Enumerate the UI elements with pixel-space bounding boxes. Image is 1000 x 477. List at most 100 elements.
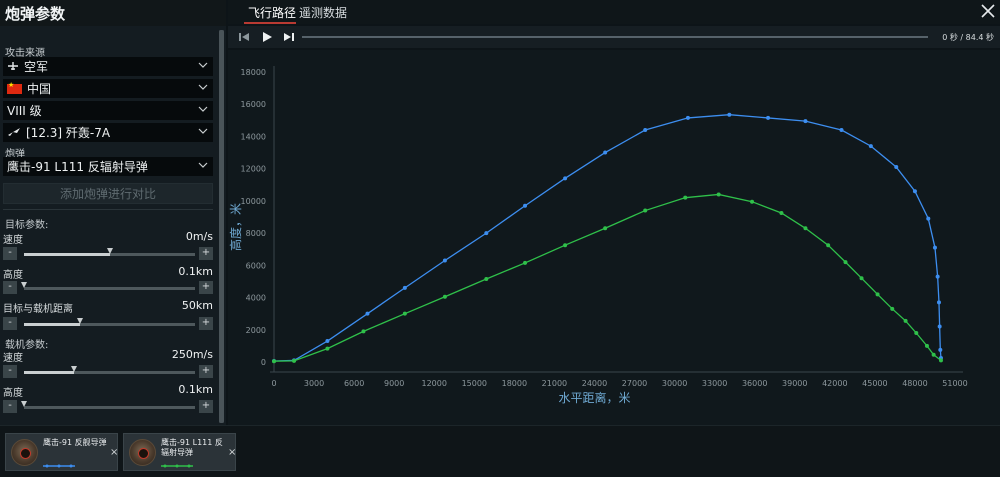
remove-card-button[interactable]: × (110, 447, 118, 458)
country-select[interactable]: 中国 (3, 79, 213, 98)
carrier-alt-minus-button[interactable]: - (3, 400, 17, 413)
data-point (603, 150, 608, 155)
data-point (839, 128, 844, 132)
y-tick-label: 12000 (241, 165, 266, 174)
distance-slider[interactable]: - + (3, 317, 213, 331)
carrier-alt-slider[interactable]: - + (3, 400, 213, 414)
series-line-1 (273, 114, 942, 362)
slider-track[interactable] (21, 282, 195, 290)
chevron-down-icon (198, 106, 208, 112)
x-tick-label: 15000 (462, 379, 487, 388)
skip-back-icon[interactable] (238, 31, 250, 43)
target-alt-value: 0.1km (178, 265, 213, 278)
x-tick-label: 27000 (622, 379, 647, 388)
play-icon[interactable] (261, 31, 273, 43)
carrier-alt-plus-button[interactable]: + (199, 400, 213, 413)
data-point (912, 189, 917, 194)
target-alt-plus-button[interactable]: + (199, 281, 213, 294)
skip-forward-icon[interactable] (283, 31, 295, 43)
slider-thumb[interactable] (77, 318, 84, 324)
x-tick-label: 36000 (742, 379, 767, 388)
branch-value: 空军 (24, 60, 49, 74)
series-legend-line (43, 464, 75, 468)
carrier-speed-label: 速度 (3, 353, 23, 364)
active-tab-indicator (244, 22, 296, 24)
slider-thumb[interactable] (70, 366, 77, 372)
data-point (643, 208, 648, 213)
missile-icon (129, 439, 156, 466)
target-params-label: 目标参数: (5, 220, 49, 231)
data-point (365, 311, 370, 316)
panel-title: 炮弹参数 (0, 0, 226, 26)
data-point (826, 243, 831, 248)
data-point (859, 276, 864, 281)
carrier-alt-label: 高度 (3, 388, 23, 399)
remove-card-button[interactable]: × (228, 447, 236, 458)
branch-select[interactable]: 空军 (3, 57, 213, 76)
tier-select[interactable]: VIII 级 (3, 101, 213, 120)
slider-thumb[interactable] (21, 282, 27, 288)
data-point (868, 144, 873, 149)
panel-scroll-area: 攻击来源 空军 中国 VIII 级 [12.3] 歼轰-7A 炮弹 (0, 28, 218, 425)
flight-path-chart: 0 2000 4000 6000 8000 10000 12000 14000 16000 180… (228, 50, 1000, 425)
data-point (563, 176, 568, 181)
tab-bar: 飞行路径 遥测数据 (228, 0, 1000, 24)
tab-flight-path[interactable]: 飞行路径 (248, 4, 296, 21)
add-compare-button[interactable]: 添加炮弹进行对比 (3, 183, 213, 204)
country-value: 中国 (27, 82, 52, 96)
x-tick-label: 39000 (782, 379, 807, 388)
data-point (890, 306, 895, 311)
scrollbar-thumb[interactable] (219, 30, 224, 423)
y-tick-label: 10000 (241, 197, 266, 206)
target-speed-plus-button[interactable]: + (199, 247, 213, 260)
comparison-tray: 鹰击-91 反舰导弹 × 鹰击-91 L111 反辐射导弹 × (0, 425, 1000, 477)
data-point (926, 216, 931, 221)
distance-plus-button[interactable]: + (199, 317, 213, 330)
shell-card-1[interactable]: 鹰击-91 反舰导弹 × (5, 433, 118, 471)
current-time: 0 秒 (942, 33, 958, 42)
data-point (402, 285, 407, 290)
y-tick-label: 4000 (246, 294, 266, 303)
divider (3, 209, 213, 210)
data-point (523, 203, 528, 208)
target-speed-minus-button[interactable]: - (3, 247, 17, 260)
slider-track[interactable] (24, 248, 195, 256)
target-alt-minus-button[interactable]: - (3, 281, 17, 294)
data-point (936, 300, 941, 305)
data-point (932, 245, 937, 250)
shell-select[interactable]: 鹰击-91 L111 反辐射导弹 (3, 157, 213, 176)
slider-track[interactable] (21, 401, 195, 409)
panel-scrollbar[interactable] (219, 30, 224, 423)
china-flag-icon (7, 81, 22, 94)
data-point (935, 274, 940, 279)
slider-thumb[interactable] (21, 401, 27, 407)
aircraft-select[interactable]: [12.3] 歼轰-7A (3, 123, 213, 142)
y-tick-label: 0 (261, 358, 266, 367)
playback-bar: 0 秒 / 84.4 秒 (228, 26, 1000, 48)
target-speed-slider[interactable]: - + (3, 247, 213, 261)
slider-track[interactable] (24, 318, 195, 326)
slider-track[interactable] (24, 366, 195, 374)
shell-card-2[interactable]: 鹰击-91 L111 反辐射导弹 × (123, 433, 236, 471)
x-tick-label: 9000 (384, 379, 404, 388)
data-point (683, 195, 688, 200)
y-tick-label: 2000 (246, 326, 266, 335)
data-point (523, 260, 528, 265)
tab-telemetry[interactable]: 遥测数据 (299, 4, 347, 21)
x-tick-label: 18000 (502, 379, 527, 388)
carrier-speed-plus-button[interactable]: + (199, 365, 213, 378)
target-speed-row: 速度 0m/s (3, 230, 213, 246)
close-icon[interactable] (980, 3, 996, 19)
target-speed-label: 速度 (3, 235, 23, 246)
target-speed-value: 0m/s (185, 230, 213, 243)
target-alt-row: 高度 0.1km (3, 265, 213, 281)
carrier-speed-slider[interactable]: - + (3, 365, 213, 379)
distance-minus-button[interactable]: - (3, 317, 17, 330)
carrier-speed-minus-button[interactable]: - (3, 365, 17, 378)
data-point (442, 294, 447, 299)
data-point (803, 226, 808, 231)
playback-timeline[interactable] (302, 36, 928, 38)
target-alt-slider[interactable]: - + (3, 281, 213, 295)
slider-thumb[interactable] (106, 248, 113, 254)
y-axis-label: 高度，米 (228, 203, 243, 251)
